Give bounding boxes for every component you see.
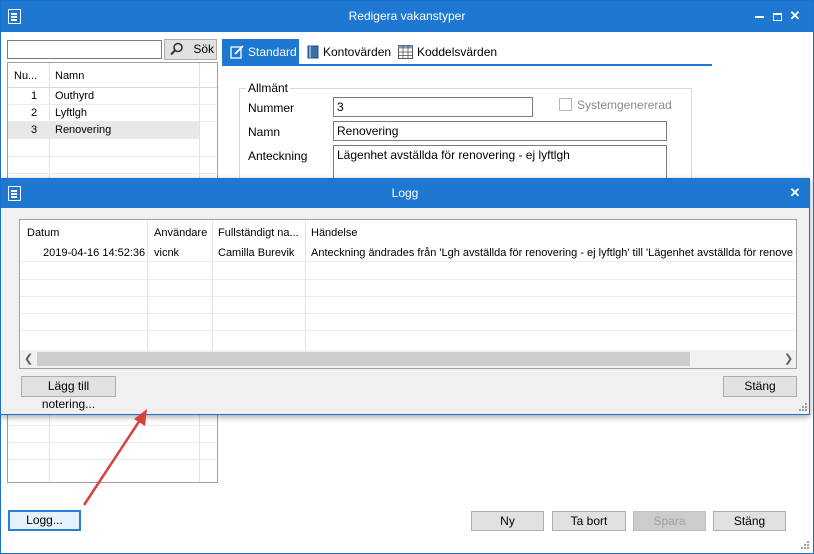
list-item-name: Renovering: [55, 124, 112, 136]
systemgenererad-checkbox[interactable]: [559, 98, 572, 111]
list-header: Nu... Namn: [8, 63, 217, 88]
resize-grip-icon[interactable]: [796, 400, 808, 412]
log-horizontal-scrollbar[interactable]: ❮ ❯: [20, 350, 796, 368]
search-button-label: Sök: [193, 42, 215, 56]
spara-button[interactable]: Spara: [633, 511, 706, 531]
maximize-icon: [772, 12, 782, 21]
search-input[interactable]: [7, 40, 162, 59]
book-icon: [307, 45, 319, 59]
namn-field[interactable]: Renovering: [333, 121, 667, 141]
log-row-line: [20, 330, 796, 331]
list-row-line: [8, 425, 217, 426]
ny-button[interactable]: Ny: [471, 511, 544, 531]
logg-stang-button[interactable]: Stäng: [723, 376, 797, 397]
nummer-field[interactable]: 3: [333, 97, 533, 117]
log-header-fullstandigt-namn[interactable]: Fullständigt na...: [218, 227, 304, 239]
main-titlebar: Redigera vakanstyper ✕: [1, 1, 813, 32]
list-item-num: 3: [31, 124, 38, 136]
log-cell-namn: Camilla Burevik: [218, 247, 295, 259]
list-item-num: 1: [31, 90, 38, 102]
main-window-title: Redigera vakanstyper: [348, 9, 466, 23]
list-row-line: [8, 459, 217, 460]
list-item-num: 2: [31, 107, 38, 119]
log-cell-anvandare: vicnk: [154, 247, 180, 259]
scroll-left-icon[interactable]: ❮: [24, 352, 33, 365]
log-grid[interactable]: Datum Användare Fullständigt na... Hände…: [19, 219, 797, 369]
log-header-handelse[interactable]: Händelse: [311, 227, 357, 239]
log-header-anvandare[interactable]: Användare: [154, 227, 207, 239]
pencil-form-icon: [230, 45, 244, 59]
log-row-line: [20, 296, 796, 297]
list-item-name: Lyftlgh: [55, 107, 88, 119]
maximize-button[interactable]: [769, 7, 785, 25]
table-icon: [398, 45, 413, 59]
stang-button[interactable]: Stäng: [713, 511, 786, 531]
list-item[interactable]: 2 Lyftlgh: [8, 105, 217, 122]
scroll-right-icon[interactable]: ❯: [784, 352, 793, 365]
group-label: Allmänt: [246, 81, 291, 95]
systemgenererad-label: Systemgenererad: [577, 98, 672, 112]
close-icon: ✕: [789, 185, 801, 200]
list-row-line: [8, 156, 217, 157]
list-row-line: [8, 173, 217, 174]
log-row-line: [20, 313, 796, 314]
search-icon: [170, 42, 183, 56]
minimize-button[interactable]: [751, 7, 767, 25]
tab-strip: Standard Kontovärden Koddelsvärden: [222, 39, 712, 66]
minimize-icon: [754, 15, 764, 18]
list-header-name[interactable]: Namn: [55, 70, 84, 82]
tab-standard[interactable]: Standard: [222, 39, 299, 65]
tab-kontovarden[interactable]: Kontovärden: [307, 39, 395, 65]
ta-bort-button[interactable]: Ta bort: [552, 511, 626, 531]
log-cell-handelse: Anteckning ändrades från 'Lgh avställda …: [311, 247, 793, 259]
list-header-num[interactable]: Nu...: [14, 70, 37, 82]
list-item[interactable]: 1 Outhyrd: [8, 88, 217, 105]
log-grid-header: Datum Användare Fullständigt na... Hände…: [20, 220, 796, 245]
logg-close-button[interactable]: ✕: [787, 184, 803, 202]
tab-kontovarden-label: Kontovärden: [323, 45, 392, 59]
tab-koddelsvarden-label: Koddelsvärden: [417, 45, 498, 59]
logg-dialog: Logg ✕ Datum Användare Fullständigt na..…: [0, 178, 810, 415]
tab-koddelsvarden[interactable]: Koddelsvärden: [398, 39, 498, 65]
nummer-label: Nummer: [248, 101, 295, 115]
add-note-button[interactable]: Lägg till notering...: [21, 376, 116, 411]
log-row-line: [20, 279, 796, 280]
anteckning-label: Anteckning: [248, 149, 308, 163]
close-icon: ✕: [789, 8, 801, 23]
table-row[interactable]: 2019-04-16 14:52:36 vicnk Camilla Burevi…: [20, 245, 796, 262]
tab-standard-label: Standard: [248, 45, 297, 59]
logg-titlebar: Logg ✕: [1, 179, 809, 208]
log-header-datum[interactable]: Datum: [27, 227, 59, 239]
list-row-line: [8, 442, 217, 443]
namn-label: Namn: [248, 125, 281, 139]
list-item-name: Outhyrd: [55, 90, 95, 102]
log-cell-datum: 2019-04-16 14:52:36: [43, 247, 146, 259]
search-button[interactable]: Sök: [164, 39, 217, 60]
close-button[interactable]: ✕: [787, 7, 803, 25]
list-item-selected[interactable]: 3 Renovering: [8, 122, 199, 139]
scrollbar-thumb[interactable]: [37, 352, 690, 366]
logg-title: Logg: [391, 186, 419, 200]
logg-button[interactable]: Logg...: [8, 510, 81, 531]
resize-grip-icon[interactable]: [798, 538, 810, 550]
